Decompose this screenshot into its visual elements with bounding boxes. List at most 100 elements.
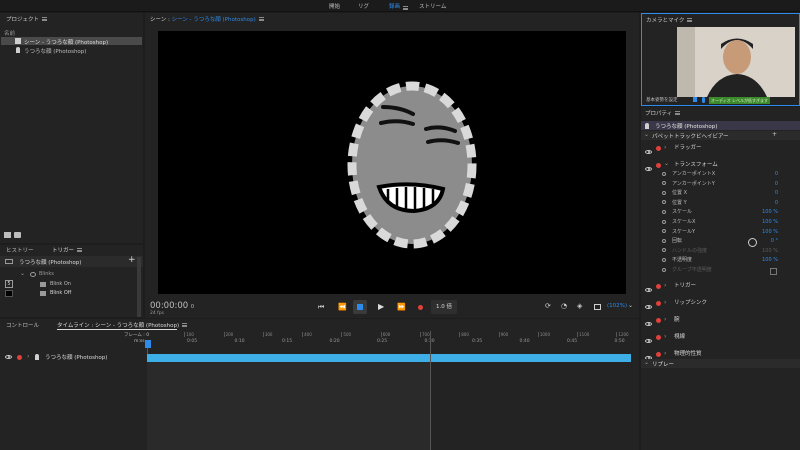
- keyframe-stopwatch-icon[interactable]: [662, 257, 666, 262]
- chevron-right-icon[interactable]: ›: [664, 330, 666, 344]
- timeline-menu-icon[interactable]: [182, 322, 188, 327]
- project-item-puppet[interactable]: うつろな顔 (Photoshop): [1, 46, 142, 55]
- behaviors-section[interactable]: ⌄ パペットトラックビヘイビアー +: [641, 131, 800, 140]
- tab-stream[interactable]: ストリーム: [419, 2, 446, 10]
- transform-param-value[interactable]: 0: [775, 199, 778, 209]
- mic-icon[interactable]: [702, 97, 705, 103]
- camera-toggle-icon[interactable]: [693, 97, 697, 102]
- background-box-icon[interactable]: [594, 304, 601, 310]
- chevron-right-icon[interactable]: ›: [664, 296, 666, 310]
- track-bar[interactable]: [147, 354, 631, 362]
- transform-param-value[interactable]: 100 %: [762, 247, 778, 257]
- zoom-label[interactable]: (102%): [607, 303, 627, 309]
- transform-param-value[interactable]: 0: [775, 170, 778, 180]
- tab-rig[interactable]: リグ: [358, 2, 369, 10]
- puppet-face[interactable]: [158, 31, 626, 294]
- transform-param-row[interactable]: 位置 X 0: [662, 189, 778, 199]
- record-arm-icon[interactable]: [656, 301, 661, 306]
- transform-param-value[interactable]: 100 %: [762, 218, 778, 228]
- trigger-group-row[interactable]: ⌄ Blinks: [0, 270, 137, 279]
- tab-timeline[interactable]: タイムライン : シーン - うつろな顔 (Photoshop): [57, 321, 188, 329]
- tab-record-menu-icon[interactable]: [403, 5, 408, 10]
- tab-start[interactable]: 開始: [329, 2, 340, 10]
- transform-param-row[interactable]: スケールX 100 %: [662, 218, 778, 228]
- transform-param-row[interactable]: アンカーポイントX 0: [662, 170, 778, 180]
- chevron-down-icon[interactable]: ⌄: [664, 157, 669, 171]
- record-icon[interactable]: [418, 305, 423, 310]
- tab-triggers[interactable]: トリガー: [52, 246, 83, 254]
- chevron-down-icon[interactable]: ⌄: [20, 270, 25, 277]
- behavior-eye-gaze[interactable]: › 視線: [643, 330, 798, 344]
- add-behavior-icon[interactable]: +: [772, 131, 777, 138]
- record-arm-icon[interactable]: [17, 355, 22, 360]
- set-rest-pose-button[interactable]: 基本姿勢を設定: [646, 97, 678, 103]
- project-item-scene[interactable]: シーン - うつろな顔 (Photoshop): [1, 37, 142, 46]
- chevron-right-icon[interactable]: ›: [664, 279, 666, 293]
- eye-icon[interactable]: [645, 339, 652, 343]
- step-back-icon[interactable]: ⏪: [338, 303, 347, 311]
- transform-param-value[interactable]: 0 °: [771, 237, 778, 247]
- playhead[interactable]: [145, 340, 151, 348]
- tab-record[interactable]: 録画: [389, 2, 400, 10]
- eye-icon[interactable]: [645, 305, 652, 309]
- keyframe-stopwatch-icon[interactable]: [662, 238, 666, 243]
- mesh-icon[interactable]: ◈: [577, 302, 582, 310]
- chevron-right-icon[interactable]: ›: [664, 313, 666, 327]
- group-opacity-checkbox[interactable]: [770, 268, 777, 275]
- camera-menu-icon[interactable]: [687, 17, 693, 22]
- play-icon[interactable]: ▶: [378, 302, 384, 311]
- transform-param-row[interactable]: アンカーポイントY 0: [662, 180, 778, 190]
- behavior-trigger[interactable]: › トリガー: [643, 279, 798, 293]
- transform-param-row[interactable]: 回転 0 °: [662, 237, 778, 247]
- add-trigger-icon[interactable]: +: [128, 255, 136, 265]
- transform-param-row[interactable]: 位置 Y 0: [662, 199, 778, 209]
- transform-param-value[interactable]: 100 %: [762, 256, 778, 266]
- project-menu-icon[interactable]: [42, 16, 48, 21]
- behavior-arms[interactable]: › 腕: [643, 313, 798, 327]
- record-arm-icon[interactable]: [656, 352, 661, 357]
- transform-param-value[interactable]: 100 %: [762, 208, 778, 218]
- stop-button[interactable]: [353, 300, 367, 314]
- folder-icon[interactable]: [14, 232, 21, 238]
- record-arm-icon[interactable]: [656, 318, 661, 323]
- eye-icon[interactable]: [5, 355, 12, 359]
- transform-param-row[interactable]: 不透明度 100 %: [662, 256, 778, 266]
- record-arm-icon[interactable]: [656, 146, 661, 151]
- keyframe-stopwatch-icon[interactable]: [662, 229, 666, 234]
- go-to-start-icon[interactable]: ⏮: [318, 303, 324, 312]
- tab-controls[interactable]: コントロール: [6, 321, 39, 329]
- scene-stage[interactable]: [158, 31, 626, 294]
- keyframe-stopwatch-icon[interactable]: [662, 209, 666, 214]
- transform-param-row[interactable]: グループ不透明度: [662, 266, 778, 276]
- record-arm-icon[interactable]: [656, 335, 661, 340]
- behavior-dragger[interactable]: › ドラッガー: [643, 141, 798, 155]
- camera-overlay-icon[interactable]: ◔: [561, 302, 567, 310]
- eye-icon[interactable]: [645, 150, 652, 154]
- transform-param-row[interactable]: ハンドルの強度 100 %: [662, 247, 778, 257]
- triggers-menu-icon[interactable]: [77, 247, 83, 252]
- new-scene-icon[interactable]: [4, 232, 11, 238]
- transform-param-row[interactable]: スケールY 100 %: [662, 228, 778, 238]
- track-row[interactable]: › うつろな顔 (Photoshop): [0, 352, 145, 362]
- chevron-right-icon[interactable]: ›: [27, 353, 29, 360]
- transform-param-value[interactable]: 100 %: [762, 228, 778, 238]
- eye-icon[interactable]: [645, 288, 652, 292]
- speed-button[interactable]: 1.0 倍: [431, 300, 457, 314]
- chevron-down-icon[interactable]: ⌄: [644, 131, 649, 138]
- record-arm-icon[interactable]: [656, 284, 661, 289]
- keyframe-stopwatch-icon[interactable]: [662, 200, 666, 205]
- timeline-ruler[interactable]: 100 200 300 400 500 600 700 800 900 1000 1100 1200 …: [145, 331, 631, 347]
- eye-icon[interactable]: [645, 167, 652, 171]
- history-scrollbar[interactable]: [137, 257, 141, 317]
- scene-label-name[interactable]: シーン - うつろな顔 (Photoshop): [172, 17, 256, 23]
- keyframe-stopwatch-icon[interactable]: [662, 181, 666, 186]
- properties-menu-icon[interactable]: [675, 110, 681, 115]
- keyframe-stopwatch-icon[interactable]: [662, 171, 666, 176]
- behavior-lipsync[interactable]: › リップシンク: [643, 296, 798, 310]
- keyframe-stopwatch-icon[interactable]: [662, 190, 666, 195]
- transform-param-row[interactable]: スケール 100 %: [662, 208, 778, 218]
- trigger-key-box[interactable]: 5: [5, 280, 13, 288]
- eye-icon[interactable]: [645, 322, 652, 326]
- keyframe-stopwatch-icon[interactable]: [662, 248, 666, 253]
- replay-section[interactable]: ⌄ リプレー: [641, 359, 800, 368]
